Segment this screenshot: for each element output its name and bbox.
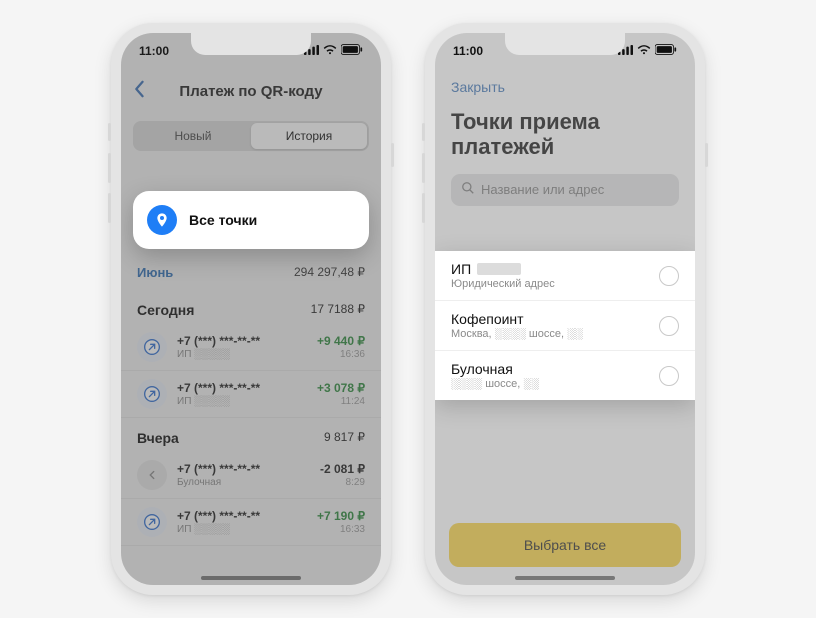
all-points-card[interactable]: Все точки	[133, 191, 369, 249]
wifi-icon	[323, 44, 337, 58]
notch	[505, 33, 625, 55]
wifi-icon	[637, 44, 651, 58]
option-name: Кофепоинт	[451, 311, 583, 327]
status-time: 11:00	[139, 44, 169, 58]
option-sub: Юридический адрес	[451, 278, 555, 290]
battery-icon	[655, 44, 677, 58]
all-points-label: Все точки	[189, 212, 257, 228]
battery-icon	[341, 44, 363, 58]
phone-right: 11:00 Закрыть Точки приема платежей Назв…	[425, 23, 705, 595]
notch	[191, 33, 311, 55]
option-row[interactable]: Кофепоинт Москва, ░░░░ шоссе, ░░	[435, 301, 695, 351]
dim-overlay	[121, 33, 381, 585]
home-indicator	[515, 576, 615, 580]
option-sub: ░░░░ шоссе, ░░	[451, 378, 539, 390]
radio-unchecked-icon[interactable]	[659, 316, 679, 336]
option-row[interactable]: ИП Юридический адрес	[435, 251, 695, 301]
radio-unchecked-icon[interactable]	[659, 266, 679, 286]
option-name: ИП	[451, 261, 471, 277]
option-row[interactable]: Булочная ░░░░ шоссе, ░░	[435, 351, 695, 400]
option-name: Булочная	[451, 361, 539, 377]
status-time: 11:00	[453, 44, 483, 58]
pin-icon	[147, 205, 177, 235]
radio-unchecked-icon[interactable]	[659, 366, 679, 386]
phone-left: 11:00 Платеж по QR-коду Новый История Ию…	[111, 23, 391, 595]
home-indicator	[201, 576, 301, 580]
option-sub: Москва, ░░░░ шоссе, ░░	[451, 328, 583, 340]
options-list: ИП Юридический адрес Кофепоинт Москва, ░…	[435, 251, 695, 400]
